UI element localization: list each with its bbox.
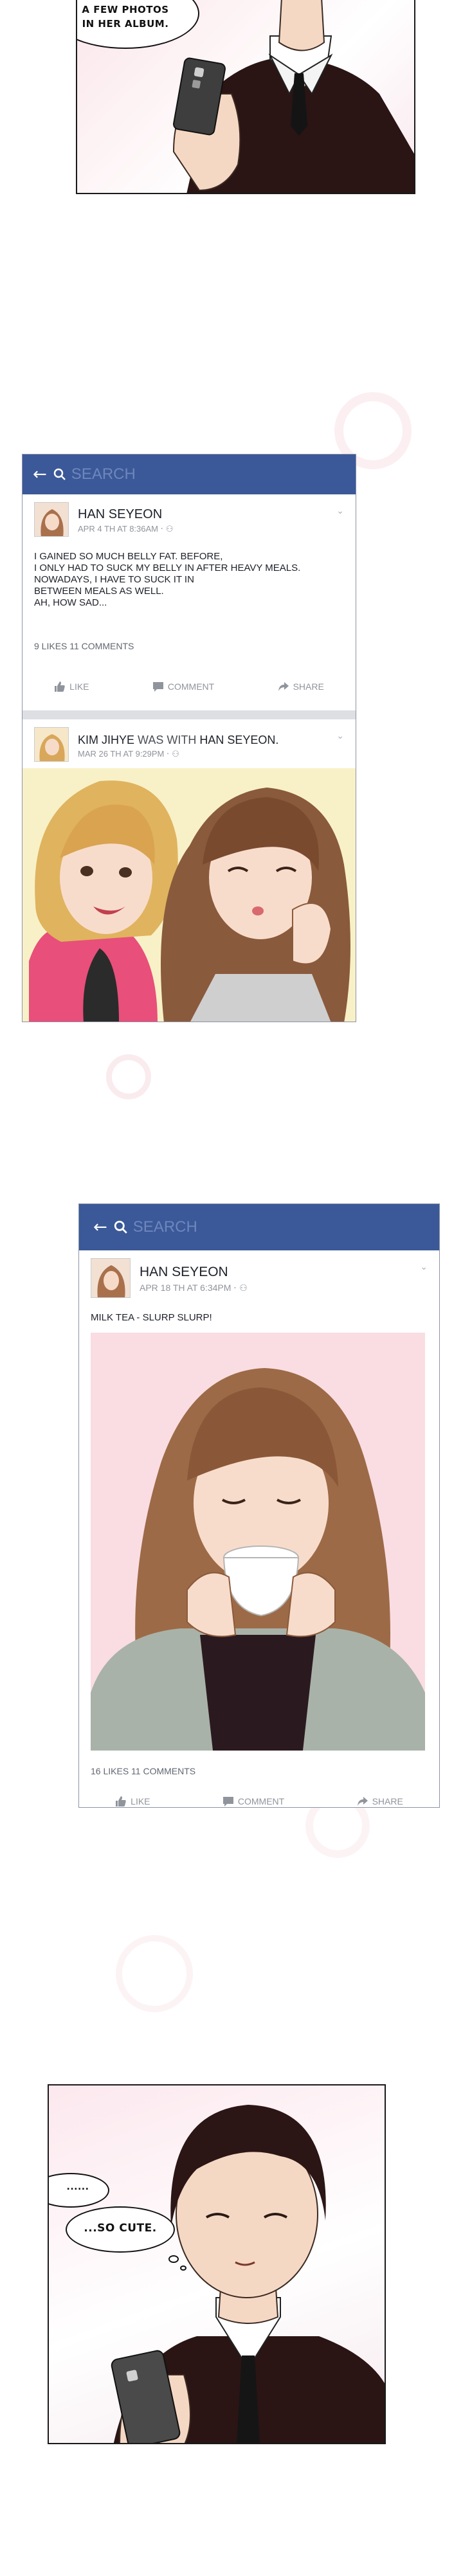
speech-bubble-text: ...SO CUTE. [84,2222,157,2235]
friends-audience-icon: · ⚇ [160,525,174,534]
chevron-down-icon[interactable]: ⌄ [336,506,344,516]
comment-label: COMMENT [237,1796,285,1806]
post-photo-two-girls[interactable] [23,768,356,1022]
feed-header-bar: ← SEARCH [79,1204,439,1250]
comment-icon [222,1797,233,1806]
post-timestamp-text: MAR 26 TH AT 9:29PM [78,749,165,759]
post-text-line: BETWEEN MEALS AS WELL. [34,586,164,597]
man-smiling-at-phone-illustration [111,2105,385,2443]
share-label: SHARE [293,681,324,692]
decorative-ring [116,1935,193,2012]
comic-panel-bottom: ...... ...SO CUTE. [48,2084,386,2444]
search-placeholder: SEARCH [71,465,136,483]
post-author-name[interactable]: KIM JIHYE [78,734,134,746]
post-text-line: AH, HOW SAD... [34,597,107,608]
friends-audience-icon: · ⚇ [167,750,179,759]
like-label: LIKE [69,681,89,692]
share-icon [278,682,289,691]
post-text-line: I ONLY HAD TO SUCK MY BELLY IN AFTER HEA… [34,563,301,573]
thought-bubble-small-text: ...... [66,2182,89,2192]
search-icon [114,1220,127,1234]
profile-avatar[interactable] [34,502,69,537]
profile-avatar[interactable] [34,727,69,762]
thumbs-up-icon [55,681,65,692]
feed-post: HAN SEYEON APR 18 TH AT 6:34PM · ⚇ ⌄ MIL… [79,1250,439,1807]
post-timestamp: APR 4 TH AT 8:36AM · ⚇ [78,524,174,534]
friends-audience-icon: · ⚇ [233,1283,248,1293]
bubble-tail-dot [180,2265,186,2271]
post-text: I GAINED SO MUCH BELLY FAT. BEFORE, I ON… [34,551,343,609]
feed-post: HAN SEYEON APR 4 TH AT 8:36AM · ⚇ ⌄ I GA… [23,494,356,710]
post-actions: LIKE COMMENT SHARE [23,681,356,692]
search-box[interactable]: SEARCH [53,465,136,483]
post-counts[interactable]: 16 LIKES 11 COMMENTS [91,1766,195,1776]
tagged-friend-name[interactable]: HAN SEYEON. [199,734,278,746]
post-timestamp-text: APR 4 TH AT 8:36AM [78,524,158,534]
post-text-line: NOWADAYS, I HAVE TO SUCK IT IN [34,574,194,585]
thumbs-up-icon [116,1796,126,1806]
back-arrow-icon[interactable]: ← [93,1219,107,1236]
share-icon [357,1797,368,1806]
speech-bubble-text: A FEW PHOTOS IN HER ALBUM. [82,4,169,30]
post-timestamp: APR 18 TH AT 6:34PM · ⚇ [140,1283,248,1293]
back-arrow-icon[interactable]: ← [33,466,47,483]
was-with-text: WAS WITH [138,734,197,746]
post-photo-girl-drinking-tea[interactable] [91,1333,425,1751]
post-divider [23,710,356,719]
search-box[interactable]: SEARCH [114,1218,197,1236]
chevron-down-icon[interactable]: ⌄ [336,731,344,741]
post-timestamp-text: APR 18 TH AT 6:34PM [140,1283,232,1293]
share-button[interactable]: SHARE [357,1796,403,1807]
comment-icon [152,682,163,692]
comic-panel-top: A FEW PHOTOS IN HER ALBUM. [76,0,415,194]
post-text-line: I GAINED SO MUCH BELLY FAT. BEFORE, [34,551,223,562]
search-placeholder: SEARCH [132,1218,197,1236]
post-author-name[interactable]: HAN SEYEON [140,1265,228,1280]
bubble-tail-dot [168,2255,179,2263]
comment-button[interactable]: COMMENT [222,1796,284,1807]
social-feed-screen: ← SEARCH HAN SEYEON APR 4 TH AT 8:36AM ·… [22,454,356,1022]
share-button[interactable]: SHARE [278,681,324,692]
post-author-name[interactable]: HAN SEYEON [78,507,162,522]
social-feed-screen: ← SEARCH HAN SEYEON APR 18 TH AT 6:34PM … [78,1203,440,1808]
post-text: MILK TEA - SLURP SLURP! [91,1312,212,1323]
like-label: LIKE [131,1796,150,1806]
post-actions: LIKE COMMENT SHARE [79,1796,439,1807]
comment-label: COMMENT [167,681,215,692]
post-timestamp: MAR 26 TH AT 9:29PM · ⚇ [78,749,179,759]
chevron-down-icon[interactable]: ⌄ [420,1262,428,1272]
decorative-ring [106,1054,151,1099]
search-icon [53,468,66,480]
profile-avatar[interactable] [91,1258,131,1298]
comment-button[interactable]: COMMENT [152,681,214,692]
post-counts[interactable]: 9 LIKES 11 COMMENTS [34,641,134,651]
share-label: SHARE [372,1796,403,1806]
like-button[interactable]: LIKE [115,1796,150,1807]
post-author-line: KIM JIHYE WAS WITH HAN SEYEON. [78,734,278,747]
feed-post: KIM JIHYE WAS WITH HAN SEYEON. MAR 26 TH… [23,719,356,1022]
feed-header-bar: ← SEARCH [23,455,356,494]
like-button[interactable]: LIKE [54,681,89,692]
